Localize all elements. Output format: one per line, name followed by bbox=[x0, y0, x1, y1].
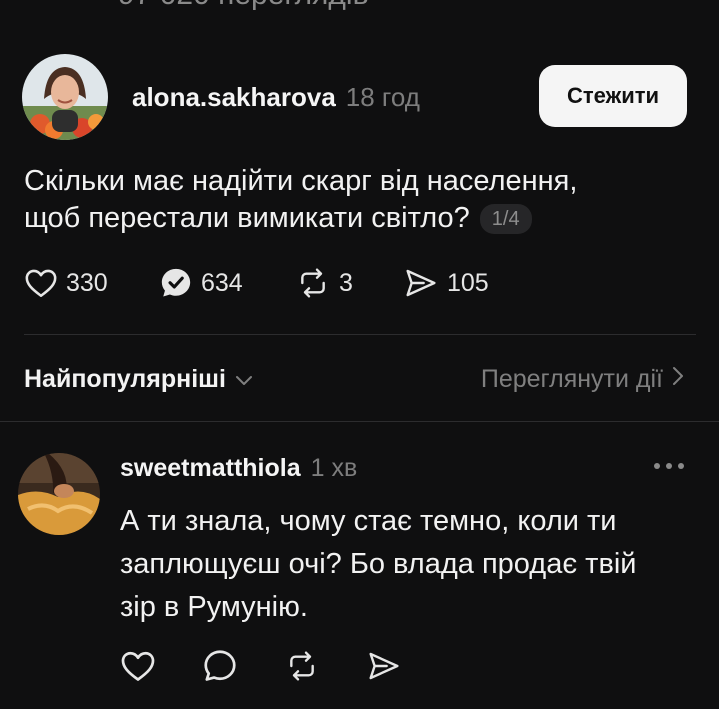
like-button[interactable]: 330 bbox=[24, 267, 159, 299]
comment-actions bbox=[120, 648, 402, 689]
post-text: Скільки має надійти скарг від населення,… bbox=[24, 163, 664, 237]
chevron-right-icon bbox=[671, 365, 685, 394]
post-actions: 330 634 3 105 bbox=[24, 266, 489, 300]
page-indicator[interactable]: 1/4 bbox=[479, 203, 532, 234]
send-icon bbox=[366, 652, 402, 686]
commenter-avatar[interactable] bbox=[18, 453, 100, 535]
divider bbox=[0, 421, 719, 422]
post-text-line-1: Скільки має надійти скарг від населення, bbox=[24, 165, 578, 197]
author-username[interactable]: alona.sakharova bbox=[132, 82, 336, 113]
view-activity-label: Переглянути дії bbox=[480, 365, 663, 393]
comment-like-button[interactable] bbox=[120, 649, 156, 688]
share-count: 105 bbox=[447, 268, 489, 297]
heart-icon bbox=[120, 651, 156, 687]
comment-icon bbox=[202, 650, 238, 688]
heart-icon bbox=[24, 267, 58, 299]
more-icon[interactable] bbox=[652, 459, 686, 477]
share-button[interactable]: 105 bbox=[403, 267, 489, 299]
comment-time: 1 хв bbox=[310, 454, 358, 482]
reply-check-icon bbox=[159, 266, 193, 300]
reply-count: 634 bbox=[201, 268, 243, 297]
post-text-line-2: щоб перестали вимикати світло? bbox=[24, 202, 470, 234]
author-avatar[interactable] bbox=[22, 54, 108, 140]
comment-text-line-3: зір в Румунію. bbox=[120, 591, 308, 623]
chevron-down-icon bbox=[234, 365, 254, 394]
comment-reply-button[interactable] bbox=[202, 648, 238, 689]
comment-text-line-1: А ти знала, чому стає темно, коли ти bbox=[120, 505, 617, 537]
repost-button[interactable]: 3 bbox=[295, 267, 403, 299]
commenter-username[interactable]: sweetmatthiola bbox=[120, 454, 301, 483]
comment-text: А ти знала, чому стає темно, коли ти зап… bbox=[120, 500, 680, 629]
repost-icon bbox=[284, 651, 320, 686]
sort-dropdown[interactable]: Найпопулярніші bbox=[24, 365, 254, 394]
send-icon bbox=[403, 267, 439, 299]
comment-repost-button[interactable] bbox=[284, 650, 320, 687]
divider bbox=[24, 334, 696, 335]
repost-count: 3 bbox=[339, 268, 353, 297]
comment-text-line-2: заплющуєш очі? Бо влада продає твій bbox=[120, 548, 637, 580]
comment-share-button[interactable] bbox=[366, 650, 402, 687]
post-time: 18 год bbox=[345, 82, 420, 112]
sort-label: Найпопулярніші bbox=[24, 365, 226, 393]
reply-button[interactable]: 634 bbox=[159, 266, 295, 300]
like-count: 330 bbox=[66, 268, 108, 297]
follow-button[interactable]: Стежити bbox=[539, 65, 687, 127]
repost-icon bbox=[295, 267, 331, 299]
views-count-cut: 97 020 переглядів bbox=[118, 0, 369, 12]
view-activity-link[interactable]: Переглянути дії bbox=[481, 365, 685, 394]
